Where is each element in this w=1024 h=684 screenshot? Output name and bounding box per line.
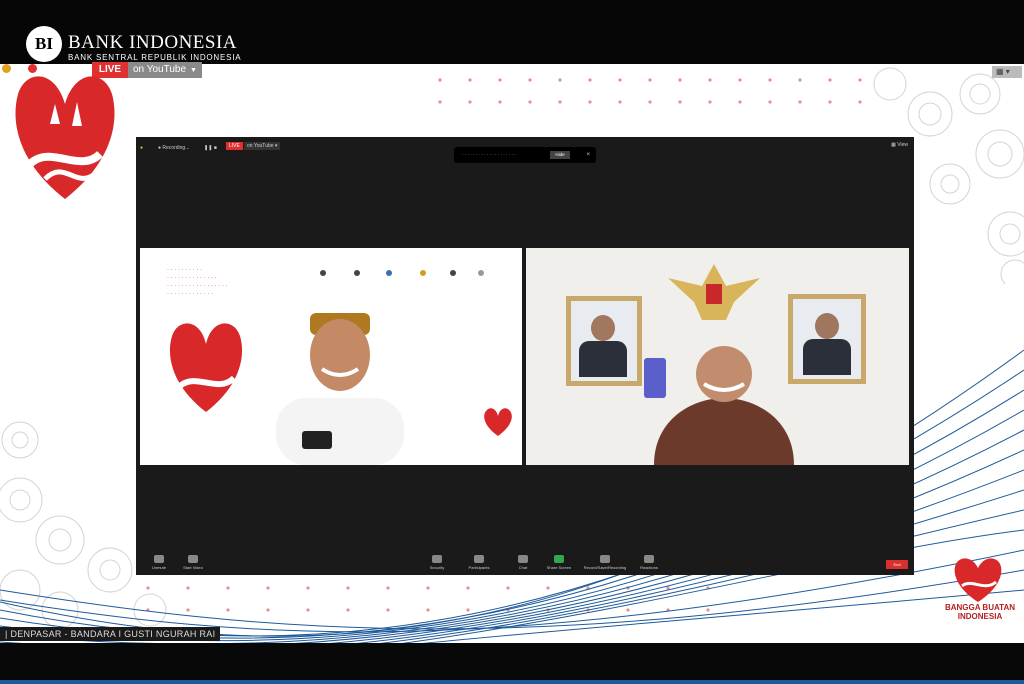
reactions-label: Reactions	[640, 565, 658, 570]
campaign-logo-line1: BANGGA BUATAN	[944, 603, 1016, 612]
slide-heart-logo-icon	[169, 323, 243, 412]
view-button[interactable]: ▦ ▾	[992, 66, 1022, 78]
sponsor-logo-icon	[450, 270, 456, 276]
dot-grid-top	[438, 78, 862, 104]
unmute-label: Unmute	[151, 565, 166, 570]
zoom-meeting-window: ● ● Recording... ❚❚ ■ LIVE on YouTube ▾ …	[136, 137, 914, 575]
video-camera-icon	[188, 555, 198, 563]
campaign-logo-text: BANGGA BUATAN INDONESIA	[942, 603, 1018, 621]
reactions-icon	[644, 555, 654, 563]
toast-hide-button[interactable]: Hide	[550, 151, 570, 159]
brand-subtitle: BANK SENTRAL REPUBLIK INDONESIA	[68, 53, 242, 62]
participants-label: Participants	[468, 565, 490, 570]
chevron-down-icon: ▼	[190, 67, 197, 74]
bank-indonesia-logo-icon: BI	[26, 26, 62, 62]
chat-icon	[518, 555, 528, 563]
speaker-video-feed	[644, 346, 794, 465]
share-screen-button[interactable]: Share Screen	[536, 555, 582, 570]
security-shield-icon[interactable]: ●	[140, 143, 143, 153]
brand-name: BANK INDONESIA	[68, 32, 238, 53]
shield-icon	[432, 555, 442, 563]
broadcast-footer	[0, 643, 1024, 684]
presenter-video-feed	[276, 313, 404, 465]
sponsor-logo-icon	[354, 270, 360, 276]
start-video-label: Start Video	[183, 565, 203, 570]
sponsor-logo-icon	[420, 270, 426, 276]
security-button[interactable]: Security	[414, 555, 460, 570]
toast-close-icon[interactable]: ×	[586, 147, 590, 163]
share-screen-label: Share Screen	[546, 565, 572, 570]
campaign-logo-line2: INDONESIA	[957, 612, 1003, 621]
zoom-youtube-label[interactable]: on YouTube ▾	[244, 142, 281, 150]
zoom-live-badge: LIVE	[226, 142, 243, 150]
pause-icon[interactable]: ❚❚ ■	[204, 143, 217, 153]
toast-message: · · · · · · · · · · · · · · · · · · · ·	[462, 152, 516, 157]
slide-corner-logo-icon	[484, 408, 512, 436]
video-tile-presenter[interactable]: · · · · · · · · · · · · · · · · · · · · …	[140, 248, 522, 465]
participants-button[interactable]: Participants	[456, 555, 502, 570]
microphone-icon	[154, 555, 164, 563]
garuda-emblem-icon	[668, 264, 760, 320]
slide-title-text: · · · · · · · · · · · · · · · · · · · · …	[167, 267, 228, 297]
record-icon	[600, 555, 610, 563]
record-button[interactable]: Record/Save/Recording	[582, 555, 628, 570]
start-video-button[interactable]: Start Video	[170, 555, 216, 570]
notification-toast: · · · · · · · · · · · · · · · · · · · · …	[454, 147, 596, 163]
video-tile-speaker[interactable]	[526, 248, 909, 465]
share-screen-icon	[554, 555, 564, 563]
location-ticker: | DENPASAR - BANDARA I GUSTI NGURAH RAI	[0, 627, 221, 641]
bangga-buatan-heart-logo-icon	[15, 76, 115, 199]
participants-icon	[474, 555, 484, 563]
youtube-stream-label: on YouTube	[133, 64, 187, 75]
portrait-frame-left	[566, 296, 642, 386]
youtube-stream-dropdown[interactable]: on YouTube ▼	[128, 62, 202, 78]
footer-accent-strip	[0, 680, 1024, 684]
sponsor-logo-icon	[320, 270, 326, 276]
end-meeting-button[interactable]: End	[886, 560, 908, 569]
security-label: Security	[429, 565, 445, 570]
chat-label: Chat	[518, 565, 528, 570]
campaign-heart-logo-icon	[954, 558, 1002, 602]
zoom-view-button[interactable]: ▦ View	[891, 142, 908, 148]
recording-indicator: ● Recording...	[158, 145, 190, 151]
sponsor-logo-icon	[386, 270, 392, 276]
zoom-toolbar: Unmute Start Video Security Participants…	[136, 549, 914, 575]
record-label: Record/Save/Recording	[583, 565, 627, 570]
sponsor-logo-icon	[478, 270, 484, 276]
reactions-button[interactable]: Reactions	[626, 555, 672, 570]
